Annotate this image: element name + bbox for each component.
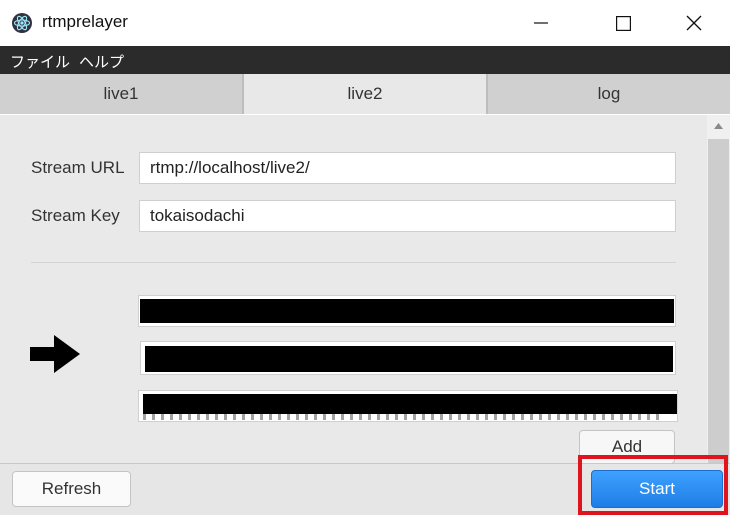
tab-live1[interactable]: live1 bbox=[0, 74, 244, 114]
close-icon bbox=[686, 15, 702, 31]
title-bar: rtmprelayer bbox=[0, 0, 730, 46]
chevron-up-icon bbox=[714, 123, 723, 129]
start-button[interactable]: Start bbox=[591, 470, 723, 508]
stream-url-input[interactable] bbox=[139, 152, 676, 184]
stream-key-label: Stream Key bbox=[31, 206, 120, 225]
tab-bar: live1 live2 log bbox=[0, 74, 730, 114]
refresh-button[interactable]: Refresh bbox=[12, 471, 131, 507]
maximize-icon bbox=[615, 15, 631, 31]
bottom-bar: Refresh Start bbox=[0, 455, 730, 515]
electron-atom-icon bbox=[12, 13, 32, 33]
destination-field-1[interactable] bbox=[138, 295, 676, 327]
redacted-text-remnant bbox=[143, 414, 663, 420]
redacted-block bbox=[145, 346, 673, 372]
vertical-scrollbar[interactable] bbox=[707, 115, 730, 463]
destination-field-2[interactable] bbox=[140, 341, 676, 375]
redacted-block bbox=[143, 394, 677, 414]
destination-field-3[interactable] bbox=[138, 390, 678, 422]
scroll-up-button[interactable] bbox=[707, 115, 730, 137]
menu-file[interactable]: ファイル bbox=[10, 51, 70, 72]
menu-help[interactable]: ヘルプ bbox=[79, 51, 124, 72]
tab-live2[interactable]: live2 bbox=[244, 74, 488, 114]
tab-log[interactable]: log bbox=[488, 74, 730, 114]
stream-key-input[interactable] bbox=[139, 200, 676, 232]
settings-panel: Stream URL Stream Key Add bbox=[0, 115, 707, 463]
window-title: rtmprelayer bbox=[42, 12, 128, 31]
maximize-button[interactable] bbox=[596, 0, 650, 46]
menu-bar: ファイル ヘルプ bbox=[0, 46, 730, 74]
stream-url-label: Stream URL bbox=[31, 158, 125, 177]
minimize-icon bbox=[534, 22, 548, 24]
redacted-block bbox=[140, 299, 674, 323]
minimize-button[interactable] bbox=[514, 0, 568, 46]
scroll-thumb[interactable] bbox=[708, 139, 729, 463]
arrow-right-icon bbox=[30, 335, 80, 373]
close-button[interactable] bbox=[667, 0, 721, 46]
section-divider bbox=[31, 262, 676, 263]
